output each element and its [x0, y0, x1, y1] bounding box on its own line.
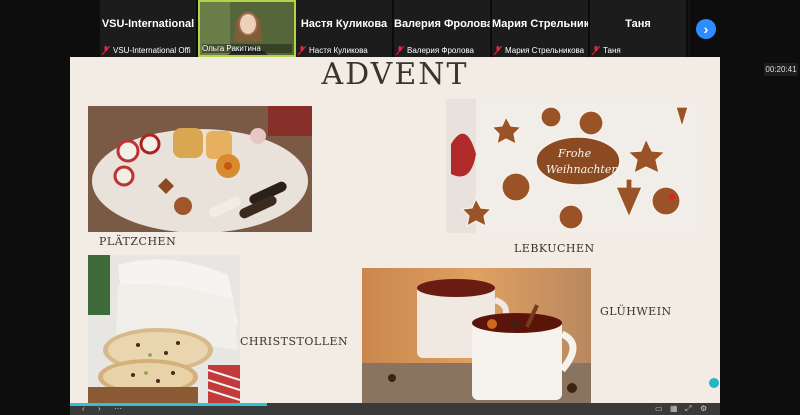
participant-tile[interactable]: Мария Стрельникова Мария Стрельникова: [492, 0, 590, 57]
christstollen-label: CHRISTSTOLLEN: [240, 335, 349, 348]
participant-tile[interactable]: VSU-International VSU-International Offi: [100, 0, 198, 57]
christstollen-photo: [88, 255, 240, 403]
platzchen-photo: [88, 106, 312, 232]
slide-title: ADVENT: [321, 57, 469, 92]
menu-icon[interactable]: ⋯: [114, 404, 122, 413]
participant-label-bar: VSU-International Offi: [102, 46, 194, 55]
participant-label: Настя Куликова: [309, 46, 368, 55]
view-icon[interactable]: ▭: [655, 404, 663, 413]
platzchen-label: PLÄTZCHEN: [99, 235, 177, 248]
muted-mic-icon: [592, 46, 600, 55]
participant-name: Мария Стрельникова: [492, 18, 588, 30]
participant-label: VSU-International Offi: [113, 46, 191, 55]
slide-pointer-dot[interactable]: [709, 378, 719, 388]
participant-label-bar: Ольга Ракитина: [202, 44, 292, 53]
participant-label-bar: Мария Стрельникова: [494, 46, 586, 55]
lebkuchen-photo: Frohe Weihnachten: [446, 99, 700, 233]
previous-slide-icon[interactable]: ‹: [82, 404, 85, 413]
participant-label: Мария Стрельникова: [505, 46, 585, 55]
settings-icon[interactable]: ⚙: [700, 404, 707, 413]
lebkuchen-greeting-line1: Frohe: [557, 147, 592, 160]
participant-name: VSU-International: [101, 18, 195, 30]
meeting-timer: 00:20:41: [764, 63, 798, 76]
muted-mic-icon: [494, 46, 502, 55]
participant-video-tile[interactable]: Ольга Ракитина: [198, 0, 296, 57]
participant-strip: VSU-International VSU-International Offi…: [100, 0, 690, 57]
participant-label: Ольга Ракитина: [202, 44, 261, 53]
participant-name: Валерия Фролова: [394, 18, 490, 30]
muted-mic-icon: [396, 46, 404, 55]
participant-label: Таня: [603, 46, 621, 55]
gluhwein-photo: [362, 268, 591, 403]
muted-mic-icon: [102, 46, 110, 55]
participant-name: Настя Куликова: [300, 18, 388, 30]
gluhwein-label: GLÜHWEIN: [600, 305, 672, 318]
next-slide-icon[interactable]: ›: [98, 404, 101, 413]
participant-name: Таня: [625, 18, 651, 30]
shared-slide: ADVENT PLÄTZCHEN Frohe Weihnachten LEBKU…: [70, 57, 720, 403]
participant-label-bar: Таня: [592, 46, 684, 55]
participant-tile[interactable]: Настя Куликова Настя Куликова: [296, 0, 394, 57]
next-participants-button[interactable]: ›: [696, 19, 716, 39]
slide-controls-bar: ‹ › ⋯ ▭ ▦ ⤢ ⚙: [70, 403, 720, 415]
participant-label-bar: Валерия Фролова: [396, 46, 488, 55]
grid-icon[interactable]: ▦: [670, 404, 678, 413]
participant-label-bar: Настя Куликова: [298, 46, 390, 55]
participant-tile[interactable]: Валерия Фролова Валерия Фролова: [394, 0, 492, 57]
participant-label: Валерия Фролова: [407, 46, 474, 55]
fullscreen-icon[interactable]: ⤢: [685, 404, 691, 414]
lebkuchen-label: LEBKUCHEN: [514, 242, 595, 255]
muted-mic-icon: [298, 46, 306, 55]
participant-tile[interactable]: Таня Таня: [590, 0, 688, 57]
lebkuchen-greeting-line2: Weihnachten: [546, 163, 618, 176]
